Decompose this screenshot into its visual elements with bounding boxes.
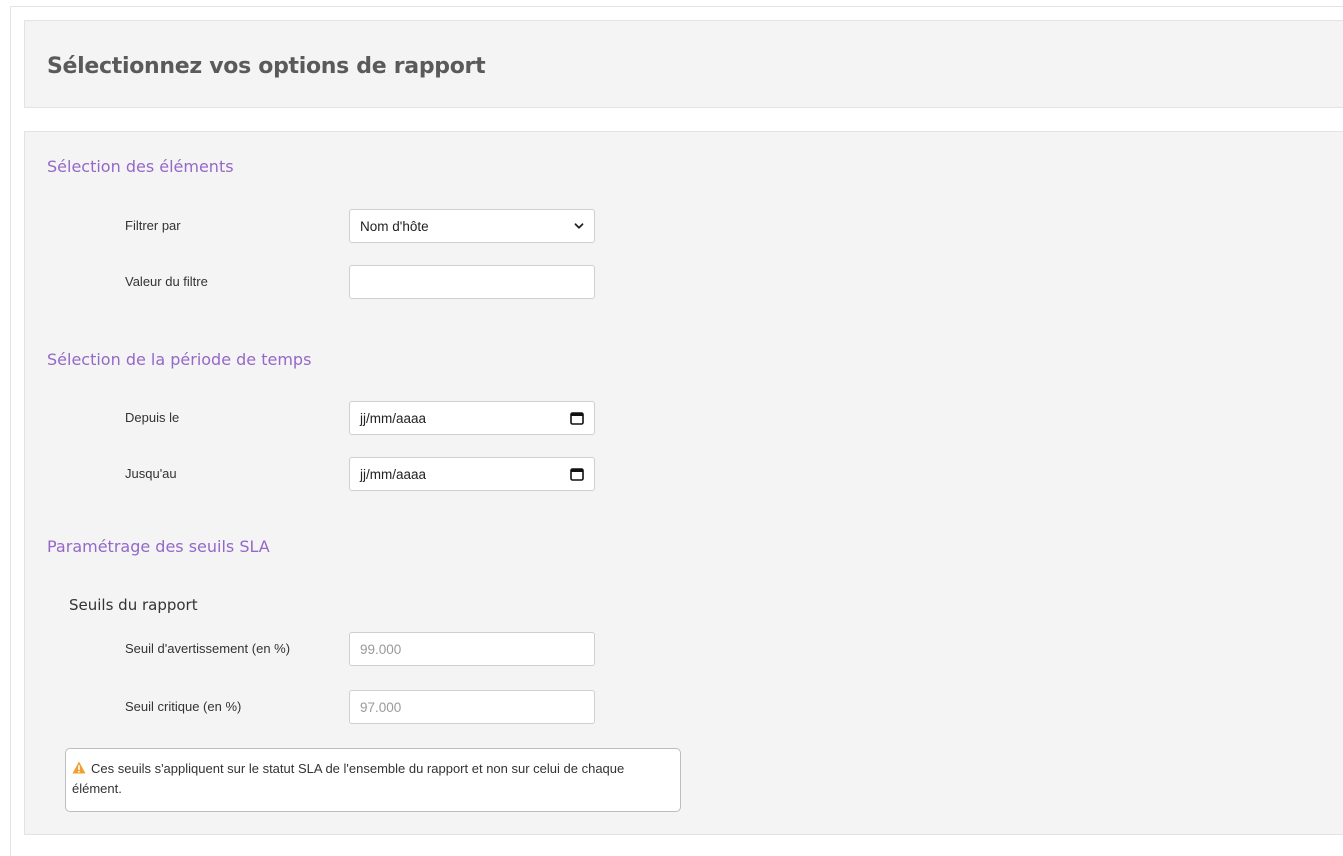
section-title-sla: Paramétrage des seuils SLA <box>47 537 270 556</box>
from-date-label: Depuis le <box>125 410 180 425</box>
from-date-placeholder: jj/mm/aaaa <box>360 410 427 426</box>
from-date-input[interactable]: jj/mm/aaaa <box>349 401 595 435</box>
to-date-label: Jusqu'au <box>125 466 177 481</box>
report-options-form: Sélection des éléments Filtrer par Nom d… <box>24 131 1343 835</box>
section-title-elements: Sélection des éléments <box>47 157 234 176</box>
filter-by-selected-value: Nom d'hôte <box>360 218 429 234</box>
title-panel: Sélectionnez vos options de rapport <box>24 20 1343 108</box>
critical-threshold-input[interactable]: 97.000 <box>349 690 595 724</box>
filter-value-input[interactable] <box>349 265 595 299</box>
chevron-down-icon <box>574 223 584 229</box>
sla-info-note-text: Ces seuils s'appliquent sur le statut SL… <box>72 761 625 796</box>
warning-threshold-label: Seuil d'avertissement (en %) <box>125 641 291 656</box>
subsection-title-report-thresholds: Seuils du rapport <box>69 596 198 614</box>
filter-by-label: Filtrer par <box>125 218 181 233</box>
filter-by-select[interactable]: Nom d'hôte <box>349 209 595 243</box>
filter-value-label: Valeur du filtre <box>125 274 208 289</box>
to-date-input[interactable]: jj/mm/aaaa <box>349 457 595 491</box>
critical-threshold-label: Seuil critique (en %) <box>125 699 242 714</box>
calendar-icon[interactable] <box>570 411 584 425</box>
sla-info-note: Ces seuils s'appliquent sur le statut SL… <box>65 748 681 812</box>
warning-threshold-input[interactable]: 99.000 <box>349 632 595 666</box>
calendar-icon[interactable] <box>570 467 584 481</box>
section-title-period: Sélection de la période de temps <box>47 350 312 369</box>
to-date-placeholder: jj/mm/aaaa <box>360 466 427 482</box>
page-title: Sélectionnez vos options de rapport <box>47 54 486 79</box>
warning-icon <box>72 761 86 774</box>
